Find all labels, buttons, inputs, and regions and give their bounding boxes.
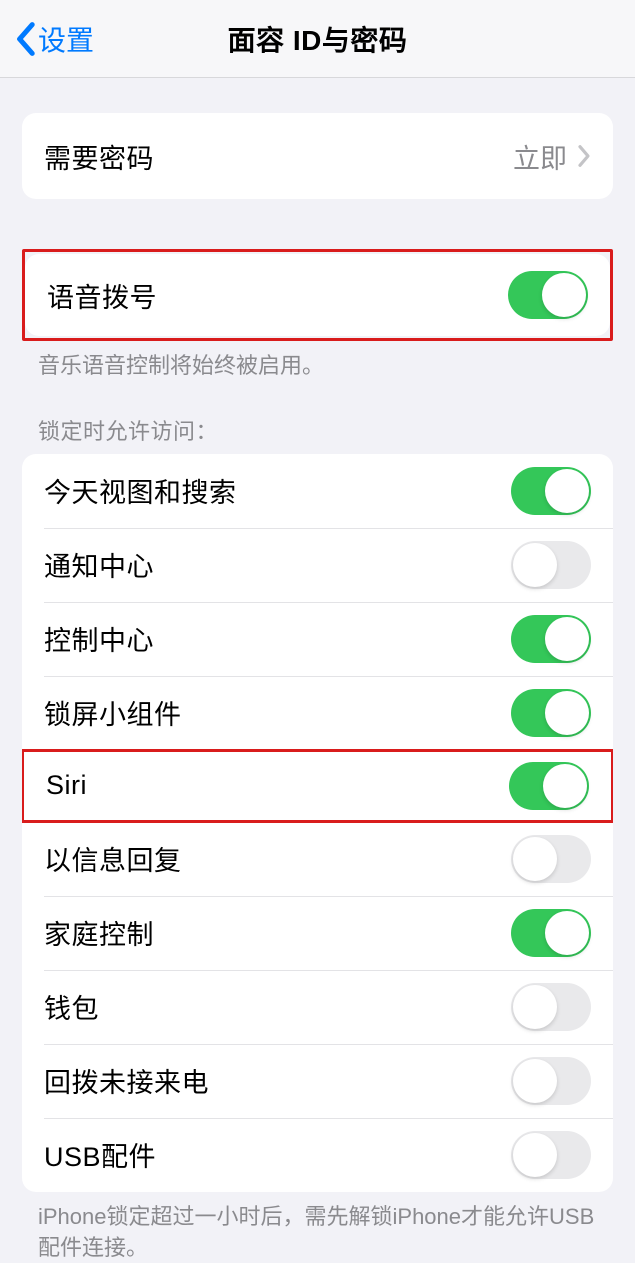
control-center-row[interactable]: 控制中心 <box>22 602 613 676</box>
reply-message-label: 以信息回复 <box>44 839 182 878</box>
lock-widgets-toggle[interactable] <box>511 689 591 737</box>
lock-widgets-row[interactable]: 锁屏小组件 <box>22 676 613 750</box>
toggle-knob <box>545 469 589 513</box>
voice-dial-toggle[interactable] <box>508 271 588 319</box>
locked-access-header: 锁定时允许访问： <box>0 414 635 454</box>
navigation-header: 设置 面容 ID与密码 <box>0 0 635 78</box>
voice-dial-footer: 音乐语音控制将始终被启用。 <box>0 341 635 382</box>
notification-center-row[interactable]: 通知中心 <box>22 528 613 602</box>
settings-content: 需要密码 立即 语音拨号 音乐语音控制将始终被启用。 锁定时允许访问： 今天视图… <box>0 113 635 1263</box>
control-center-label: 控制中心 <box>44 619 154 658</box>
usb-accessories-row[interactable]: USB配件 <box>22 1118 613 1192</box>
toggle-knob <box>545 691 589 735</box>
require-passcode-value: 立即 <box>513 137 567 176</box>
siri-row-highlighted[interactable]: Siri <box>22 749 613 823</box>
return-missed-calls-row[interactable]: 回拨未接来电 <box>22 1044 613 1118</box>
chevron-left-icon <box>14 21 36 57</box>
wallet-label: 钱包 <box>44 987 99 1026</box>
require-passcode-group: 需要密码 立即 <box>22 113 613 199</box>
notification-center-toggle[interactable] <box>511 541 591 589</box>
return-missed-calls-label: 回拨未接来电 <box>44 1061 209 1100</box>
today-view-toggle[interactable] <box>511 467 591 515</box>
toggle-knob <box>545 617 589 661</box>
home-control-row[interactable]: 家庭控制 <box>22 896 613 970</box>
require-passcode-row[interactable]: 需要密码 立即 <box>22 113 613 199</box>
usb-footer: iPhone锁定超过一小时后，需先解锁iPhone才能允许USB配件连接。 <box>0 1192 635 1263</box>
usb-accessories-toggle[interactable] <box>511 1131 591 1179</box>
toggle-knob <box>513 543 557 587</box>
chevron-right-icon <box>577 144 591 168</box>
notification-center-label: 通知中心 <box>44 545 154 584</box>
back-label: 设置 <box>38 19 94 59</box>
toggle-knob <box>543 764 587 808</box>
lock-widgets-label: 锁屏小组件 <box>44 693 182 732</box>
toggle-knob <box>513 837 557 881</box>
wallet-row[interactable]: 钱包 <box>22 970 613 1044</box>
voice-dial-label: 语音拨号 <box>47 276 157 315</box>
require-passcode-label: 需要密码 <box>44 137 154 176</box>
back-button[interactable]: 设置 <box>14 19 94 59</box>
home-control-label: 家庭控制 <box>44 913 154 952</box>
usb-accessories-label: USB配件 <box>44 1135 156 1174</box>
siri-label: Siri <box>46 770 87 801</box>
home-control-toggle[interactable] <box>511 909 591 957</box>
row-trailing: 立即 <box>513 137 591 176</box>
reply-message-row[interactable]: 以信息回复 <box>22 822 613 896</box>
voice-dial-group-highlighted: 语音拨号 <box>22 249 613 341</box>
toggle-knob <box>513 1133 557 1177</box>
siri-toggle[interactable] <box>509 762 589 810</box>
wallet-toggle[interactable] <box>511 983 591 1031</box>
control-center-toggle[interactable] <box>511 615 591 663</box>
today-view-row[interactable]: 今天视图和搜索 <box>22 454 613 528</box>
toggle-knob <box>513 985 557 1029</box>
today-view-label: 今天视图和搜索 <box>44 471 237 510</box>
return-missed-calls-toggle[interactable] <box>511 1057 591 1105</box>
voice-dial-row[interactable]: 语音拨号 <box>25 254 610 336</box>
reply-message-toggle[interactable] <box>511 835 591 883</box>
toggle-knob <box>513 1059 557 1103</box>
page-title: 面容 ID与密码 <box>228 19 408 59</box>
toggle-knob <box>542 273 586 317</box>
toggle-knob <box>545 911 589 955</box>
locked-access-group: 今天视图和搜索 通知中心 控制中心 锁屏小组件 Siri 以信息回复 家庭控制 <box>22 454 613 1192</box>
